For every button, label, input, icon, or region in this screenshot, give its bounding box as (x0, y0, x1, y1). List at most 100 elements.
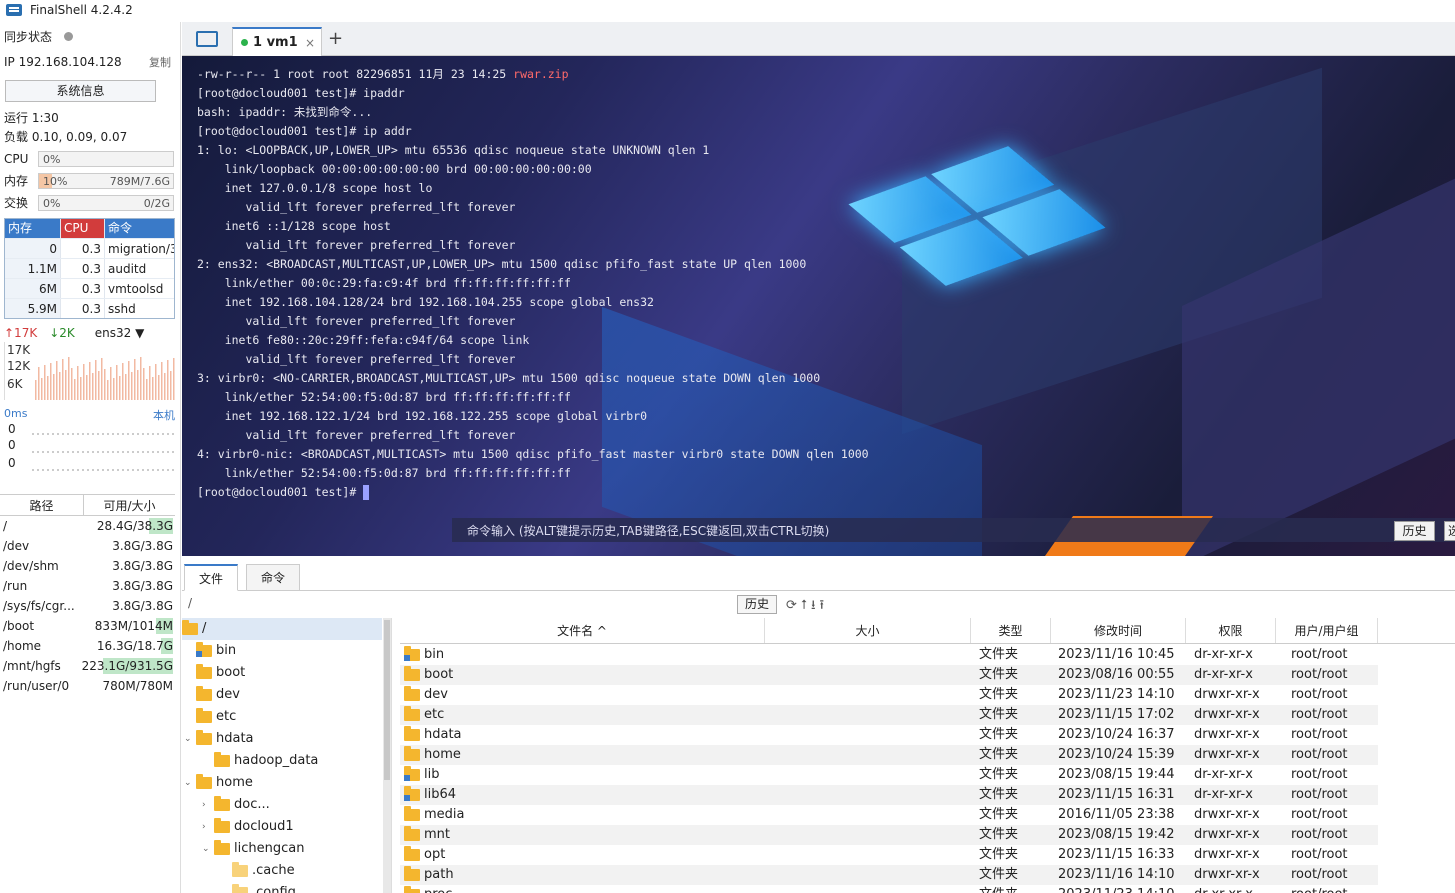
system-info-button[interactable]: 系统信息 (5, 80, 156, 102)
close-tab-icon[interactable]: × (305, 36, 315, 50)
disk-size: 833M/1014M (84, 616, 175, 636)
file-row[interactable]: bin 文件夹 2023/11/16 10:45 dr-xr-xr-x root/roo… (400, 645, 1378, 665)
tree-item[interactable]: ⌄ hdata (184, 728, 384, 750)
copy-ip-button[interactable]: 复制 (149, 54, 171, 70)
column-filename[interactable]: 文件名 ^ (400, 618, 765, 643)
latency-header: 0ms 本机 (4, 407, 175, 423)
disk-row[interactable]: /dev 3.8G/3.8G (0, 536, 175, 556)
tree-item[interactable]: / (182, 618, 382, 640)
file-row[interactable]: proc 文件夹2023/11/23 14:10dr-xr-xr-xroot/ro… (400, 885, 1378, 893)
process-header-mem[interactable]: 内存 (5, 219, 60, 238)
terminal-line: [root@docloud001 test]# ipaddr (197, 84, 869, 103)
tree-item[interactable]: .cache (220, 860, 391, 882)
terminal-line: valid_lft forever preferred_lft forever (197, 350, 869, 369)
terminal-line-text: [root@docloud001 test]# ipaddr (197, 86, 405, 100)
file-name-cell: opt (400, 845, 765, 865)
disk-row[interactable]: / 28.4G/38.3G (0, 516, 175, 536)
terminal[interactable]: -rw-r--r-- 1 root root 82296851 11月 23 1… (182, 56, 1455, 556)
disk-row[interactable]: /run 3.8G/3.8G (0, 576, 175, 596)
swap-bar: 0% 0/2G (38, 194, 174, 211)
file-row[interactable]: hdata 文件夹 2023/10/24 16:37 drwxr-xr-x root/r… (400, 725, 1378, 745)
tree-item[interactable]: boot (184, 662, 384, 684)
process-cmd: vmtoolsd (104, 279, 174, 298)
disk-row[interactable]: /home 16.3G/18.7G (0, 636, 175, 656)
session-tab-vm1[interactable]: 1 vm1 × (232, 27, 322, 56)
folder-icon (404, 666, 420, 681)
file-row[interactable]: mnt 文件夹 2023/08/15 19:42 drwxr-xr-x root/roo… (400, 825, 1378, 845)
command-history-button[interactable]: 历史 (1394, 521, 1435, 541)
disk-row[interactable]: /run/user/0 780M/780M (0, 676, 175, 696)
tree-item[interactable]: › doc... (202, 794, 391, 816)
folder-icon (182, 620, 198, 635)
tree-expand-icon[interactable]: ⌄ (184, 728, 196, 750)
command-input[interactable]: 命令输入 (按ALT键提示历史,TAB键路径,ESC键返回,双击CTRL切换) (452, 518, 1455, 542)
process-row[interactable]: 6M 0.3 vmtoolsd (5, 278, 174, 298)
column-type[interactable]: 类型 (971, 618, 1051, 643)
file-owner: root/root (1291, 727, 1348, 742)
file-name-cell: media (400, 805, 765, 825)
tree-item[interactable]: .config (220, 882, 391, 893)
tab-commands[interactable]: 命令 (246, 564, 301, 591)
disk-header-path[interactable]: 路径 (0, 495, 84, 515)
file-mtime: 2023/10/24 15:39 (1058, 747, 1175, 762)
tree-item[interactable]: dev (184, 684, 384, 706)
memory-meter: 内存 10% 789M/7.6G (4, 172, 174, 189)
tree-item[interactable]: › docloud1 (202, 816, 391, 838)
tree-item[interactable]: hadoop_data (202, 750, 391, 772)
file-toolbar-icons[interactable]: ⟳⭡⭳⭱ (786, 596, 828, 618)
tree-expand-icon[interactable]: ⌄ (202, 838, 214, 860)
command-options-button[interactable]: 选 (1444, 521, 1455, 541)
tree-expand-icon[interactable]: › (202, 816, 214, 838)
column-permissions[interactable]: 权限 (1186, 618, 1276, 643)
file-row[interactable]: dev 文件夹 2023/11/23 14:10 drwxr-xr-x root/roo… (400, 685, 1378, 705)
file-row[interactable]: path 文件夹 2023/11/16 14:10 drwxr-xr-x root/ro… (400, 865, 1378, 885)
file-row[interactable]: boot 文件夹 2023/08/16 00:55 dr-xr-xr-x root/ro… (400, 665, 1378, 685)
disk-header-size[interactable]: 可用/大小 (84, 495, 175, 515)
process-mem: 6M (5, 279, 60, 298)
network-bar (149, 366, 151, 400)
disk-row[interactable]: /boot 833M/1014M (0, 616, 175, 636)
tree-item[interactable]: bin (184, 640, 384, 662)
tree-scrollbar[interactable] (383, 618, 391, 893)
process-row[interactable]: 0 0.3 migration/3 (5, 238, 174, 258)
tree-item[interactable]: ⌄ lichengcan (202, 838, 391, 860)
terminal-line: [root@docloud001 test]# ip addr (197, 122, 869, 141)
network-bar (53, 374, 55, 400)
path-input[interactable]: / (188, 596, 738, 614)
disk-row[interactable]: /mnt/hgfs 223.1G/931.5G (0, 656, 175, 676)
disk-row[interactable]: /sys/fs/cgr... 3.8G/3.8G (0, 596, 175, 616)
file-row[interactable]: lib64 文件夹 2023/11/15 16:31 dr-xr-xr-x root/r… (400, 785, 1378, 805)
process-header-cpu[interactable]: CPU (60, 219, 104, 238)
file-type: 文件夹 (979, 867, 1019, 882)
tree-item[interactable]: ⌄ home (184, 772, 384, 794)
column-size[interactable]: 大小 (765, 618, 971, 643)
process-row[interactable]: 1.1M 0.3 auditd (5, 258, 174, 278)
file-row[interactable]: home 文件夹 2023/10/24 15:39 drwxr-xr-x root/ro… (400, 745, 1378, 765)
file-name-cell: bin (400, 645, 765, 665)
process-header-cmd[interactable]: 命令 (104, 219, 174, 238)
add-tab-button[interactable]: + (328, 28, 343, 49)
path-history-button[interactable]: 历史 (737, 595, 777, 614)
file-row[interactable]: media 文件夹 2016/11/05 23:38 drwxr-xr-x root/r… (400, 805, 1378, 825)
tree-item[interactable]: etc (184, 706, 384, 728)
tree-expand-icon[interactable]: › (202, 794, 214, 816)
disk-row[interactable]: /dev/shm 3.8G/3.8G (0, 556, 175, 576)
tab-files[interactable]: 文件 (184, 564, 239, 591)
terminal-line: 3: virbr0: <NO-CARRIER,BROADCAST,MULTICA… (197, 369, 869, 388)
interface-select[interactable]: ens32 ▼ (95, 326, 145, 340)
column-owner[interactable]: 用户/用户组 (1276, 618, 1378, 643)
process-row[interactable]: 5.9M 0.3 sshd (5, 298, 174, 318)
column-mtime[interactable]: 修改时间 (1051, 618, 1186, 643)
network-bar (107, 380, 109, 400)
ip-label: IP (4, 55, 15, 69)
open-folder-icon[interactable] (196, 31, 218, 47)
file-name: hdata (424, 727, 462, 742)
process-cmd: auditd (104, 259, 174, 278)
network-bar (50, 363, 52, 400)
file-mtime: 2023/11/15 16:31 (1058, 787, 1175, 802)
file-row[interactable]: etc 文件夹 2023/11/15 17:02 drwxr-xr-x root/roo… (400, 705, 1378, 725)
file-row[interactable]: opt 文件夹 2023/11/15 16:33 drwxr-xr-x root/roo… (400, 845, 1378, 865)
latency-host[interactable]: 本机 (153, 407, 175, 423)
file-row[interactable]: lib 文件夹 2023/08/15 19:44 dr-xr-xr-x root/roo… (400, 765, 1378, 785)
tree-expand-icon[interactable]: ⌄ (184, 772, 196, 794)
